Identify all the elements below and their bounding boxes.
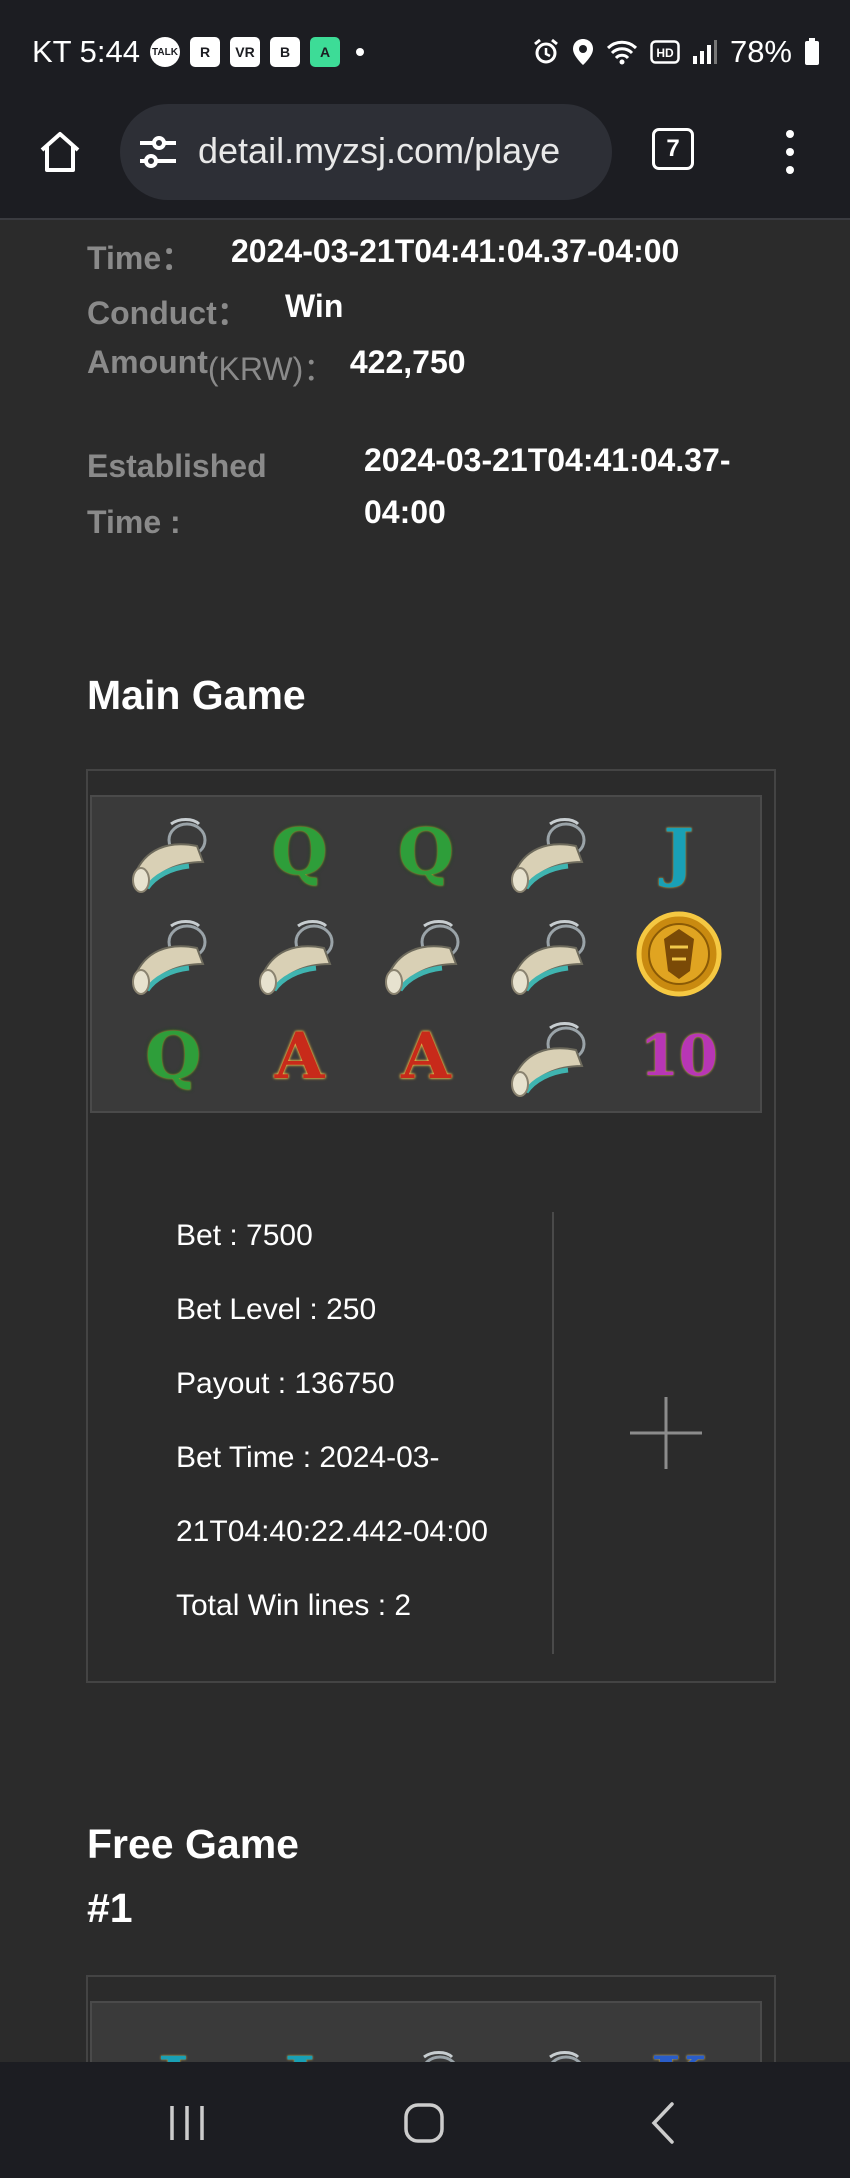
horn-symbol-icon bbox=[363, 2003, 489, 2062]
symbol-k-icon: K bbox=[616, 2003, 742, 2062]
symbol-a-icon: A bbox=[401, 1018, 451, 1094]
established-label-line2: Time : bbox=[87, 504, 181, 540]
symbol-j-icon: J bbox=[663, 814, 694, 890]
notification-dot-icon bbox=[356, 48, 365, 56]
bet-time-text-line2: 21T04:40:22.442-04:00 bbox=[176, 1515, 488, 1548]
details-divider bbox=[552, 1212, 554, 1654]
home-button[interactable] bbox=[36, 128, 84, 176]
bet-text: Bet : 7500 bbox=[176, 1219, 313, 1252]
status-left: KT 5:44 TALK R VR B A bbox=[32, 34, 365, 70]
horn-symbol-icon bbox=[489, 801, 615, 903]
tabs-button[interactable]: 7 bbox=[652, 128, 694, 170]
home-nav-icon bbox=[404, 2103, 444, 2143]
home-nav-button[interactable] bbox=[400, 2098, 450, 2148]
amount-value: 422,750 bbox=[349, 344, 466, 380]
conduct-row: Conduct： Win bbox=[87, 288, 343, 334]
free-game-title-line1: Free Game bbox=[87, 1821, 299, 1867]
main-game-reels: Q Q J Q A A 10 bbox=[90, 795, 762, 1113]
established-value-line1: 2024-03-21T04:41:04.37- bbox=[364, 442, 731, 478]
expand-button[interactable] bbox=[628, 1395, 704, 1471]
time-value: 2024-03-21T04:41:04.37-04:00 bbox=[231, 233, 680, 269]
established-value: 2024-03-21T04:41:04.37- 04:00 bbox=[364, 434, 730, 538]
hd-icon: HD bbox=[650, 40, 680, 64]
gold-coin-symbol-icon bbox=[616, 903, 742, 1005]
location-icon bbox=[572, 39, 593, 65]
symbol-j-icon: J bbox=[110, 2003, 236, 2062]
established-value-line2: 04:00 bbox=[364, 494, 446, 530]
time-row: Time： 2024-03-21T04:41:04.37-04:00 bbox=[87, 233, 679, 279]
main-game-card: Q Q J Q A A 10 Bet : 7500 Bet Level : 250 Payo… bbox=[86, 769, 776, 1683]
free-game-reels: JJ K bbox=[90, 2001, 762, 2062]
horn-symbol-icon bbox=[110, 903, 236, 1005]
amount-unit: (KRW)： bbox=[207, 351, 336, 387]
talk-icon: TALK bbox=[150, 37, 181, 67]
symbol-j-icon: J bbox=[236, 2003, 362, 2062]
signal-icon bbox=[692, 40, 717, 64]
r-icon: R bbox=[190, 37, 221, 67]
symbol-a-icon: A bbox=[274, 1018, 325, 1094]
bet-level-text: Bet Level : 250 bbox=[176, 1293, 377, 1326]
home-icon bbox=[40, 132, 80, 172]
menu-dot-icon bbox=[786, 148, 794, 156]
menu-dot-icon bbox=[786, 130, 794, 138]
url-bar[interactable]: detail.myzsj.com/playe bbox=[120, 104, 612, 200]
free-game-card: JJ K bbox=[86, 1975, 776, 2062]
status-bar: KT 5:44 TALK R VR B A HD 78% bbox=[0, 0, 850, 104]
system-nav-bar bbox=[0, 2062, 850, 2178]
horn-symbol-icon bbox=[363, 903, 489, 1005]
back-button[interactable] bbox=[640, 2098, 690, 2148]
more-menu-button[interactable] bbox=[780, 130, 800, 174]
a-icon: A bbox=[310, 37, 341, 67]
time-label: Time： bbox=[87, 240, 194, 276]
conduct-value: Win bbox=[285, 288, 344, 324]
carrier-time: KT 5:44 bbox=[32, 34, 141, 69]
svg-text:HD: HD bbox=[656, 46, 674, 60]
horn-symbol-icon bbox=[489, 1005, 615, 1107]
horn-symbol-icon bbox=[236, 903, 362, 1005]
bet-time-text-line1: Bet Time : 2024-03- bbox=[176, 1441, 440, 1474]
browser-toolbar: detail.myzsj.com/playe 7 bbox=[0, 104, 850, 220]
wifi-icon bbox=[606, 40, 638, 65]
conduct-label: Conduct： bbox=[87, 295, 249, 331]
b-icon: B bbox=[270, 37, 301, 67]
free-game-title: Free Game #1 bbox=[87, 1812, 299, 1940]
established-label: Established Time : bbox=[87, 438, 267, 550]
battery-percent: 78% bbox=[729, 34, 792, 69]
horn-symbol-icon bbox=[110, 801, 236, 903]
symbol-q-icon: Q bbox=[145, 1018, 202, 1094]
symbol-q-icon: Q bbox=[271, 814, 328, 890]
menu-dot-icon bbox=[786, 166, 794, 174]
back-icon bbox=[651, 2102, 674, 2144]
amount-label: Amount bbox=[87, 344, 208, 380]
battery-icon bbox=[805, 38, 819, 65]
free-game-title-line2: #1 bbox=[87, 1885, 133, 1931]
page-content: Time： 2024-03-21T04:41:04.37-04:00 Condu… bbox=[0, 220, 850, 2062]
url-text[interactable]: detail.myzsj.com/playe bbox=[198, 130, 560, 172]
plus-icon bbox=[630, 1397, 702, 1469]
symbol-10-icon: 10 bbox=[639, 1023, 718, 1089]
payout-text: Payout : 136750 bbox=[176, 1367, 395, 1400]
alarm-icon bbox=[534, 38, 558, 64]
total-win-lines-text: Total Win lines : 2 bbox=[176, 1589, 412, 1622]
site-settings-icon[interactable] bbox=[138, 134, 178, 170]
horn-symbol-icon bbox=[489, 903, 615, 1005]
status-right: HD 78% bbox=[532, 34, 820, 70]
recent-apps-icon bbox=[170, 2106, 204, 2140]
horn-symbol-icon bbox=[489, 2003, 615, 2062]
amount-row: Amount (KRW)： 422,750 bbox=[87, 344, 466, 390]
established-label-line1: Established bbox=[87, 448, 267, 484]
vr-icon: VR bbox=[230, 37, 261, 67]
main-game-title: Main Game bbox=[87, 672, 306, 718]
symbol-q-icon: Q bbox=[398, 814, 454, 890]
recent-apps-button[interactable] bbox=[162, 2098, 212, 2148]
